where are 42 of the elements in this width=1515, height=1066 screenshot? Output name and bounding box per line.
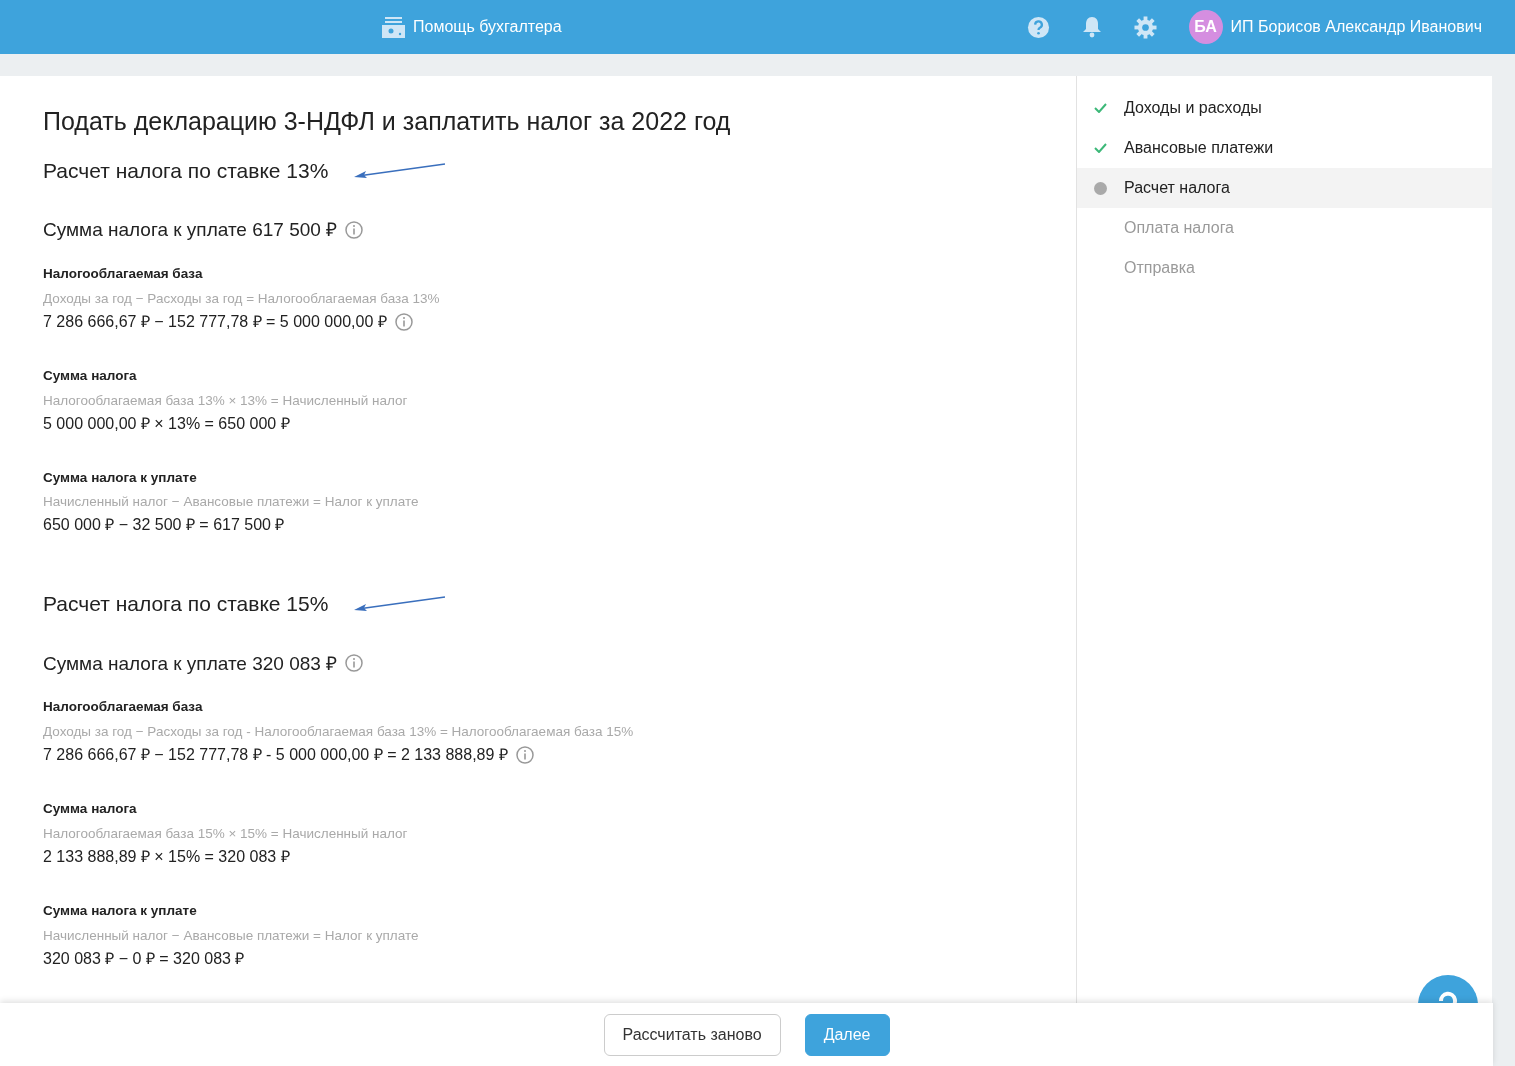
formula-text: Доходы за год − Расходы за год = Налогооблагаемая база 13% xyxy=(43,290,441,308)
info-icon[interactable] xyxy=(394,312,413,331)
tax-total: Сумма налога к уплате 320 083 ₽ xyxy=(43,651,338,676)
step-item[interactable]: Авансовые платежи xyxy=(1077,128,1492,168)
formula-text: Начисленный налог − Авансовые платежи = Налог к уплате xyxy=(43,494,420,512)
block-label: Сумма налога к уплате xyxy=(43,902,198,920)
user-name[interactable]: ИП Борисов Александр Иванович xyxy=(1230,15,1482,39)
calculation-text: 5 000 000,00 ₽ × 13% = 650 000 ₽ xyxy=(43,413,290,434)
calculation-text: 7 286 666,67 ₽ − 152 777,78 ₽ - 5 000 000,00 ₽ = 2 133 888,89 ₽ xyxy=(43,745,508,765)
formula-text: Налогооблагаемая база 15% × 15% = Начисленный налог xyxy=(43,825,409,843)
block-label: Налогооблагаемая база xyxy=(43,699,204,717)
calculation-text: 650 000 ₽ − 32 500 ₽ = 617 500 ₽ xyxy=(43,515,285,536)
user-avatar[interactable]: БА xyxy=(1188,10,1223,44)
formula-text: Доходы за год − Расходы за год - Налогооблагаемая база 13% = Налогооблагаемая база 15% xyxy=(43,724,635,741)
info-icon[interactable] xyxy=(345,221,364,240)
page-title: Подать декларацию 3-НДФЛ и заплатить налог за 2022 год xyxy=(43,106,732,136)
app-title[interactable]: Помощь бухгалтера xyxy=(413,15,562,39)
block-label: Сумма налога к уплате xyxy=(43,469,198,487)
current-step-dot-icon xyxy=(1094,181,1107,195)
tax-total: Сумма налога к уплате 617 500 ₽ xyxy=(43,218,338,242)
calculation-text: 7 286 666,67 ₽ − 152 777,78 ₽ = 5 000 000,00 ₽ xyxy=(43,311,387,332)
check-icon xyxy=(1094,143,1107,153)
block-label: Сумма налога xyxy=(43,801,138,818)
cash-register-icon xyxy=(382,16,405,38)
info-icon[interactable] xyxy=(345,654,364,673)
calculation-text: 2 133 888,89 ₽ × 15% = 320 083 ₽ xyxy=(43,846,290,867)
recalculate-button[interactable]: Рассчитать заново xyxy=(603,1013,781,1056)
next-button[interactable]: Далее xyxy=(804,1013,890,1056)
help-fab-icon[interactable] xyxy=(1418,975,1478,1003)
section-heading: Расчет налога по ставке 13% xyxy=(43,158,329,184)
check-icon xyxy=(1094,103,1107,113)
help-icon[interactable] xyxy=(1026,15,1050,39)
info-icon[interactable] xyxy=(515,746,534,764)
notification-bell-icon[interactable] xyxy=(1081,16,1102,38)
calculation-text: 320 083 ₽ − 0 ₽ = 320 083 ₽ xyxy=(43,948,245,969)
step-item[interactable]: Доходы и расходы xyxy=(1077,88,1492,128)
formula-text: Налогооблагаемая база 13% × 13% = Начисленный налог xyxy=(43,392,409,410)
formula-text: Начисленный налог − Авансовые платежи = Налог к уплате xyxy=(43,927,420,945)
section-heading: Расчет налога по ставке 15% xyxy=(43,591,329,618)
block-label: Сумма налога xyxy=(43,367,138,385)
step-item[interactable]: Расчет налога xyxy=(1077,168,1492,208)
block-label: Налогооблагаемая база xyxy=(43,266,204,283)
